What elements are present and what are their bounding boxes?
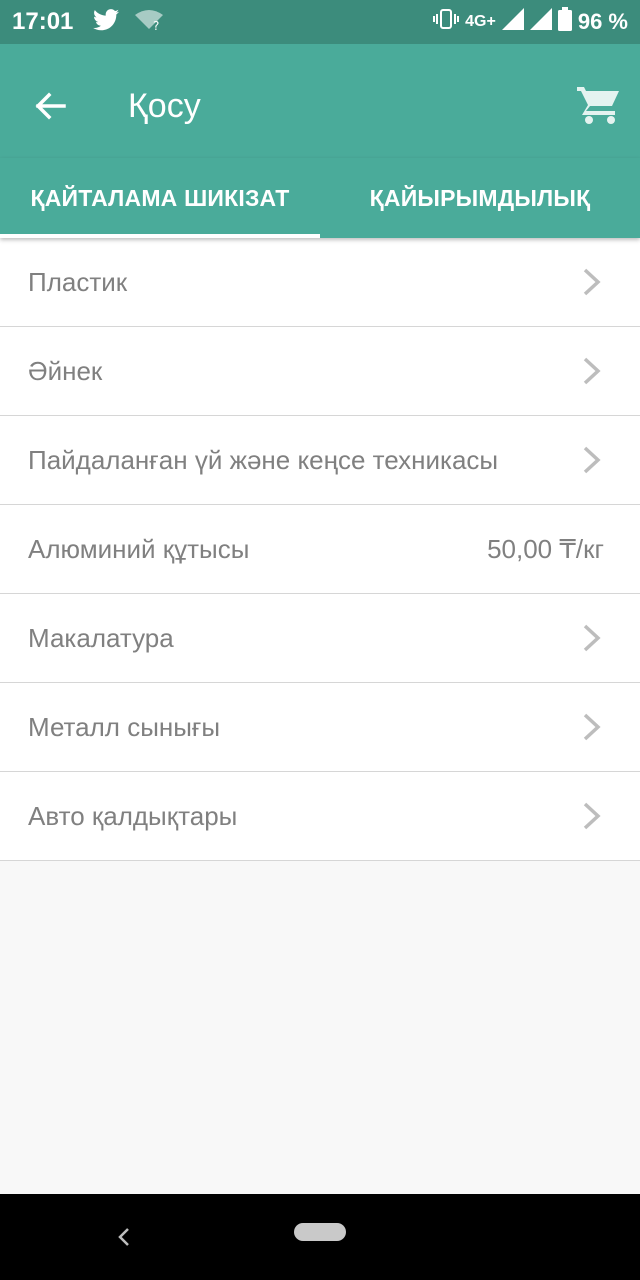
category-list: Пластик Әйнек Пайдаланған үй және кеңсе … [0, 238, 640, 861]
list-item-scrap-metal[interactable]: Металл сынығы [0, 683, 640, 772]
tab-recyclables[interactable]: ҚАЙТАЛАМА ШИКІЗАТ [0, 158, 320, 238]
chevron-right-icon [580, 267, 604, 297]
list-item-label: Пайдаланған үй және кеңсе техникасы [28, 444, 499, 475]
app-bar: Қосу [0, 44, 640, 170]
list-item-aluminium-cans[interactable]: Алюминий құтысы 50,00 ₸/кг [0, 505, 640, 594]
vibrate-icon [433, 8, 460, 36]
chevron-right-icon [580, 801, 604, 831]
chevron-left-icon [118, 1228, 129, 1246]
tab-bar: ҚАЙТАЛАМА ШИКІЗАТ ҚАЙЫРЫМДЫЛЫҚ [0, 158, 640, 238]
list-item-label: Металл сынығы [28, 711, 221, 742]
nav-home-button[interactable] [294, 1223, 346, 1241]
back-button[interactable] [28, 84, 72, 128]
nav-back-button[interactable] [112, 1222, 136, 1252]
price-label: 50,00 ₸/кг [487, 533, 604, 564]
list-item-label: Макалатура [28, 622, 174, 653]
signal-icon-2 [529, 8, 552, 36]
svg-text:?: ? [153, 19, 159, 31]
list-item-waste-paper[interactable]: Макалатура [0, 594, 640, 683]
list-item-glass[interactable]: Әйнек [0, 327, 640, 416]
cart-icon [577, 87, 619, 124]
cart-button[interactable] [576, 82, 622, 128]
chevron-right-icon [580, 445, 604, 475]
chevron-right-icon [580, 623, 604, 653]
twitter-icon [93, 8, 120, 36]
list-item-label: Әйнек [28, 355, 103, 386]
list-item-appliances[interactable]: Пайдаланған үй және кеңсе техникасы [0, 416, 640, 505]
signal-icon [501, 8, 524, 36]
list-item-label: Авто қалдықтары [28, 800, 238, 831]
battery-icon [557, 7, 572, 37]
battery-percent: 96 % [577, 9, 628, 34]
chevron-right-icon [580, 356, 604, 386]
list-item-auto-waste[interactable]: Авто қалдықтары [0, 772, 640, 861]
status-time: 17:01 [12, 8, 74, 35]
list-item-plastic[interactable]: Пластик [0, 238, 640, 327]
chevron-right-icon [580, 712, 604, 742]
wifi-unknown-icon: ? [135, 9, 164, 36]
system-nav-bar [0, 1194, 640, 1280]
arrow-left-icon [35, 92, 66, 120]
tab-charity[interactable]: ҚАЙЫРЫМДЫЛЫҚ [320, 158, 640, 238]
list-item-label: Алюминий құтысы [28, 533, 250, 564]
page-title: Қосу [128, 87, 201, 125]
list-item-label: Пластик [28, 266, 128, 297]
network-type: 4G+ [465, 13, 496, 30]
status-bar: 17:01 ? 4G+ 96 % [0, 0, 640, 44]
